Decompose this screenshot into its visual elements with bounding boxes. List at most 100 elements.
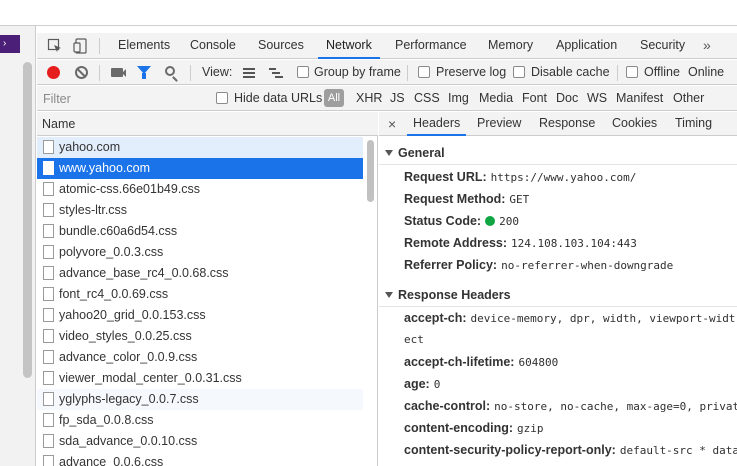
request-row[interactable]: advance_0.0.6.css [37,452,363,466]
page-scrollbar[interactable] [23,62,32,378]
expand-triangle-icon [385,150,393,156]
content-encoding-row: content-encoding: gzip [404,421,544,435]
accept-ch-continuation: ect [404,333,424,346]
hide-data-urls-checkbox[interactable] [216,92,228,104]
more-tabs-chevron-icon[interactable]: » [703,33,711,59]
request-row[interactable]: yglyphs-legacy_0.0.7.css [37,389,363,410]
document-icon [43,371,54,385]
tab-performance[interactable]: Performance [387,33,475,59]
clear-icon[interactable] [75,66,88,79]
toolbar-separator [99,65,100,81]
capture-screenshots-icon[interactable] [111,68,126,77]
document-icon [43,350,54,364]
request-row[interactable]: bundle.c60a6d54.css [37,221,363,242]
tab-headers[interactable]: Headers [407,112,467,136]
search-icon[interactable] [165,66,175,76]
tab-console[interactable]: Console [182,33,244,59]
request-url-row: Request URL: https://www.yahoo.com/ [404,170,637,184]
tab-application[interactable]: Application [548,33,625,59]
hide-data-urls-label: Hide data URLs [234,91,323,105]
filter-type-manifest[interactable]: Manifest [616,86,663,111]
tabbar-separator [99,38,100,54]
preserve-log-label: Preserve log [436,65,507,79]
tab-timing[interactable]: Timing [669,112,718,136]
tab-security[interactable]: Security [632,33,693,59]
request-row[interactable]: polyvore_0.0.3.css [37,242,363,263]
close-icon[interactable]: × [388,112,396,136]
filter-type-media[interactable]: Media [479,86,513,111]
device-toolbar-icon[interactable] [73,38,89,54]
request-row[interactable]: styles-ltr.css [37,200,363,221]
request-method-row: Request Method: GET [404,192,530,206]
filter-type-doc[interactable]: Doc [556,86,578,111]
preserve-log-checkbox[interactable] [418,66,430,78]
document-icon [43,140,54,154]
tab-memory[interactable]: Memory [480,33,541,59]
filter-type-xhr[interactable]: XHR [356,86,382,111]
document-icon [43,266,54,280]
accept-ch-row: accept-ch: device-memory, dpr, width, vie… [404,311,736,325]
filter-type-other[interactable]: Other [673,86,704,111]
tab-network[interactable]: Network [318,33,380,59]
filter-icon[interactable] [137,66,151,79]
document-icon [43,413,54,427]
inspect-element-icon[interactable] [47,38,63,54]
large-rows-icon[interactable] [243,68,255,78]
remote-address-row: Remote Address: 124.108.103.104:443 [404,236,637,250]
request-row[interactable]: viewer_modal_center_0.0.31.css [37,368,363,389]
cache-control-row: cache-control: no-store, no-cache, max-ag… [404,399,737,413]
disable-cache-label: Disable cache [531,65,610,79]
document-icon [43,287,54,301]
request-row[interactable]: sda_advance_0.0.10.css [37,431,363,452]
offline-checkbox[interactable] [626,66,638,78]
network-toolbar: View: Group by frame Preserve log Disabl… [37,60,737,85]
devtools-tabbar: Elements Console Sources Network Perform… [37,33,737,59]
filter-type-js[interactable]: JS [390,86,405,111]
detail-tabbar: × Headers Preview Response Cookies Timin… [379,112,737,136]
request-list-scrollbar[interactable] [367,140,374,202]
request-row[interactable]: advance_base_rc4_0.0.68.css [37,263,363,284]
age-row: age: 0 [404,377,441,391]
request-list-pane: Name yahoo.com www.yahoo.com atomic-css.… [37,112,378,466]
tab-response[interactable]: Response [533,112,601,136]
tab-preview[interactable]: Preview [471,112,527,136]
waterfall-view-icon[interactable] [269,68,283,78]
request-row[interactable]: video_styles_0.0.25.css [37,326,363,347]
referrer-policy-row: Referrer Policy: no-referrer-when-downgra… [404,258,674,272]
document-icon [43,329,54,343]
record-icon[interactable] [47,66,60,79]
tab-sources[interactable]: Sources [250,33,312,59]
request-list: yahoo.com www.yahoo.com atomic-css.66e01… [37,137,363,466]
toolbar-separator [617,65,618,81]
tab-elements[interactable]: Elements [110,33,178,59]
throttling-select[interactable]: Online [688,60,724,85]
request-row[interactable]: yahoo20_grid_0.0.153.css [37,305,363,326]
request-row[interactable]: font_rc4_0.0.69.css [37,284,363,305]
filter-type-font[interactable]: Font [522,86,547,111]
name-column-header[interactable]: Name [37,112,378,136]
filter-type-all[interactable]: All [324,89,344,107]
response-headers-section-header[interactable]: Response Headers [379,283,737,307]
filter-type-ws[interactable]: WS [587,86,607,111]
request-row[interactable]: atomic-css.66e01b49.css [37,179,363,200]
filter-type-img[interactable]: Img [448,86,469,111]
request-row[interactable]: yahoo.com [37,137,363,158]
filter-input[interactable] [39,89,203,108]
document-icon [43,308,54,322]
request-row[interactable]: advance_color_0.0.9.css [37,347,363,368]
status-ok-icon [485,216,496,226]
request-row[interactable]: fp_sda_0.0.8.css [37,410,363,431]
devtools-panel: Elements Console Sources Network Perform… [37,33,737,466]
document-icon [43,224,54,238]
disable-cache-checkbox[interactable] [513,66,525,78]
page-brand-fragment: › [0,35,20,53]
general-section-header[interactable]: General [379,141,737,165]
document-icon [43,434,54,448]
document-icon [43,182,54,196]
request-row[interactable]: www.yahoo.com [37,158,363,179]
view-label: View: [202,65,233,79]
tab-cookies[interactable]: Cookies [606,112,663,136]
accept-ch-lifetime-row: accept-ch-lifetime: 604800 [404,355,559,369]
group-by-frame-checkbox[interactable] [297,66,309,78]
filter-type-css[interactable]: CSS [414,86,440,111]
